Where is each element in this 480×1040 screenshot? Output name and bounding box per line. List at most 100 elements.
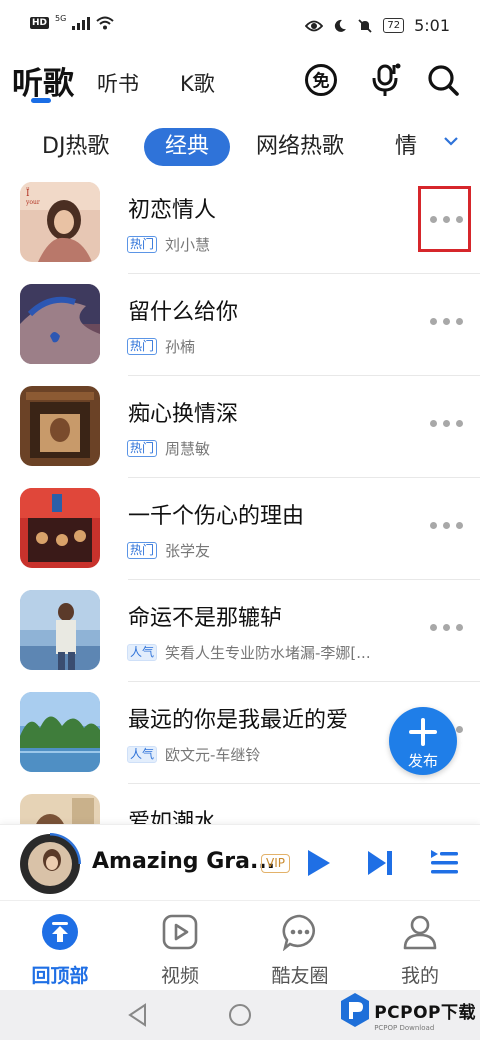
album-cover xyxy=(20,284,100,364)
popular-badge: 人气 xyxy=(127,746,158,763)
top-nav: 听歌 听书 K歌 免 xyxy=(0,52,480,112)
user-icon xyxy=(403,915,437,950)
album-cover: Ï your xyxy=(20,182,100,262)
song-meta: 热门 刘小慧 xyxy=(127,234,210,255)
song-title: 留什么给你 xyxy=(128,300,239,325)
eye-icon xyxy=(305,20,324,31)
wifi-icon xyxy=(96,16,114,30)
pcpop-logo-icon xyxy=(341,993,370,1027)
genre-tab-dj[interactable]: DJ热歌 xyxy=(42,128,109,166)
nav-label: 我的 xyxy=(400,965,439,987)
vip-badge[interactable]: VIP xyxy=(261,854,290,873)
watermark-text: PCPOP下载 xyxy=(374,1002,476,1023)
song-row[interactable]: 命运不是那辘轳 人气 笑看人生专业防水堵漏-李娜[... xyxy=(0,580,480,682)
publish-button[interactable]: 发布 xyxy=(389,707,457,775)
nav-friends[interactable]: 酷友圈 xyxy=(250,913,350,988)
moon-icon xyxy=(335,19,347,32)
song-title: 初恋情人 xyxy=(128,198,217,223)
mute-bell-icon xyxy=(358,18,372,33)
watermark: PCPOP下载 PCPOP Download xyxy=(340,992,476,1032)
bottom-nav: 回顶部 视频 酷友圈 我的 xyxy=(0,900,480,990)
album-cover xyxy=(20,590,100,670)
song-row[interactable]: 一千个伤心的理由 热门 张学友 xyxy=(0,478,480,580)
nav-label: 回顶部 xyxy=(31,965,89,987)
status-right: 72 5:01 xyxy=(305,16,450,35)
song-row[interactable]: 痴心换情深 热门 周慧敏 xyxy=(0,376,480,478)
publish-label: 发布 xyxy=(407,752,438,770)
nav-video[interactable]: 视频 xyxy=(130,913,230,988)
svg-text:Ï: Ï xyxy=(26,187,30,199)
genre-tab-classic[interactable]: 经典 xyxy=(144,128,230,166)
song-meta: 热门 周慧敏 xyxy=(127,438,210,459)
more-options-icon[interactable] xyxy=(430,420,466,430)
chat-bubble-icon xyxy=(282,914,315,951)
play-icon[interactable] xyxy=(302,847,334,879)
clock: 5:01 xyxy=(414,16,450,35)
free-icon[interactable]: 免 xyxy=(303,62,339,98)
mic-icon[interactable] xyxy=(368,62,404,98)
hot-badge: 热门 xyxy=(127,236,158,253)
song-artist: 孙楠 xyxy=(165,338,196,356)
popular-badge: 人气 xyxy=(127,644,158,661)
status-bar: HD 5G 72 5:01 xyxy=(0,0,480,52)
system-nav: PCPOP下载 PCPOP Download xyxy=(0,990,480,1040)
more-options-icon[interactable] xyxy=(430,318,466,328)
svg-text:your: your xyxy=(25,199,40,206)
signal-icon xyxy=(72,16,91,30)
video-icon xyxy=(162,914,198,950)
hot-badge: 热门 xyxy=(127,542,158,559)
song-meta: 热门 孙楠 xyxy=(127,336,195,357)
song-title: 痴心换情深 xyxy=(128,402,239,427)
plus-icon xyxy=(409,718,437,746)
chevron-down-icon[interactable] xyxy=(442,134,460,148)
song-artist: 周慧敏 xyxy=(165,440,211,458)
back-to-top-icon xyxy=(42,914,78,950)
song-meta: 人气 欧文元-车继铃 xyxy=(127,744,260,765)
search-icon[interactable] xyxy=(425,62,461,98)
album-cover xyxy=(20,794,100,824)
song-artist: 张学友 xyxy=(165,542,211,560)
hot-badge: 热门 xyxy=(127,440,158,457)
free-icon-glyph: 免 xyxy=(313,71,330,92)
highlight-box xyxy=(418,186,471,252)
next-track-icon[interactable] xyxy=(364,847,396,879)
song-meta: 人气 笑看人生专业防水堵漏-李娜[... xyxy=(127,642,371,663)
battery-indicator: 72 xyxy=(383,18,405,33)
hd-indicator: HD xyxy=(30,17,50,29)
more-options-icon[interactable] xyxy=(430,522,466,532)
album-cover xyxy=(20,488,100,568)
nav-label: 酷友圈 xyxy=(271,965,329,987)
tab-listen-books[interactable]: 听书 xyxy=(97,68,139,98)
now-playing-title[interactable]: Amazing Gra... xyxy=(92,849,275,874)
tab-listen-songs[interactable]: 听歌 xyxy=(12,58,74,103)
song-title: 一千个伤心的理由 xyxy=(128,504,305,529)
now-playing-cover[interactable] xyxy=(19,833,81,895)
mini-player[interactable]: Amazing Gra... VIP xyxy=(0,824,480,900)
song-artist: 欧文元-车继铃 xyxy=(165,746,261,764)
song-row[interactable]: 留什么给你 热门 孙楠 xyxy=(0,274,480,376)
tab-karaoke[interactable]: K歌 xyxy=(180,68,215,98)
song-row[interactable]: Ï your 初恋情人 热门 刘小慧 xyxy=(0,172,480,274)
more-options-icon[interactable] xyxy=(430,624,466,634)
genre-tab-internet[interactable]: 网络热歌 xyxy=(256,128,344,166)
home-icon[interactable] xyxy=(227,1002,253,1028)
album-cover xyxy=(20,386,100,466)
song-artist: 刘小慧 xyxy=(165,236,211,254)
tab-active-indicator xyxy=(31,98,51,103)
hot-badge: 热门 xyxy=(127,338,158,355)
watermark-subtext: PCPOP Download xyxy=(374,1024,435,1032)
song-title: 最远的你是我最近的爱 xyxy=(128,708,349,733)
nav-back-to-top[interactable]: 回顶部 xyxy=(10,913,110,988)
song-title: 命运不是那辘轳 xyxy=(128,606,283,631)
song-artist: 笑看人生专业防水堵漏-李娜[... xyxy=(165,644,371,662)
album-cover xyxy=(20,692,100,772)
status-left: HD 5G xyxy=(30,13,114,30)
playlist-icon[interactable] xyxy=(428,847,460,879)
genre-tabs: DJ热歌 经典 网络热歌 情 xyxy=(0,120,480,172)
song-title: 爱如潮水 xyxy=(128,810,217,824)
nav-mine[interactable]: 我的 xyxy=(370,913,470,988)
nav-label: 视频 xyxy=(160,965,199,987)
network-gen-indicator: 5G xyxy=(55,13,67,23)
song-row[interactable]: 爱如潮水 xyxy=(0,784,480,824)
back-icon[interactable] xyxy=(125,1002,151,1028)
